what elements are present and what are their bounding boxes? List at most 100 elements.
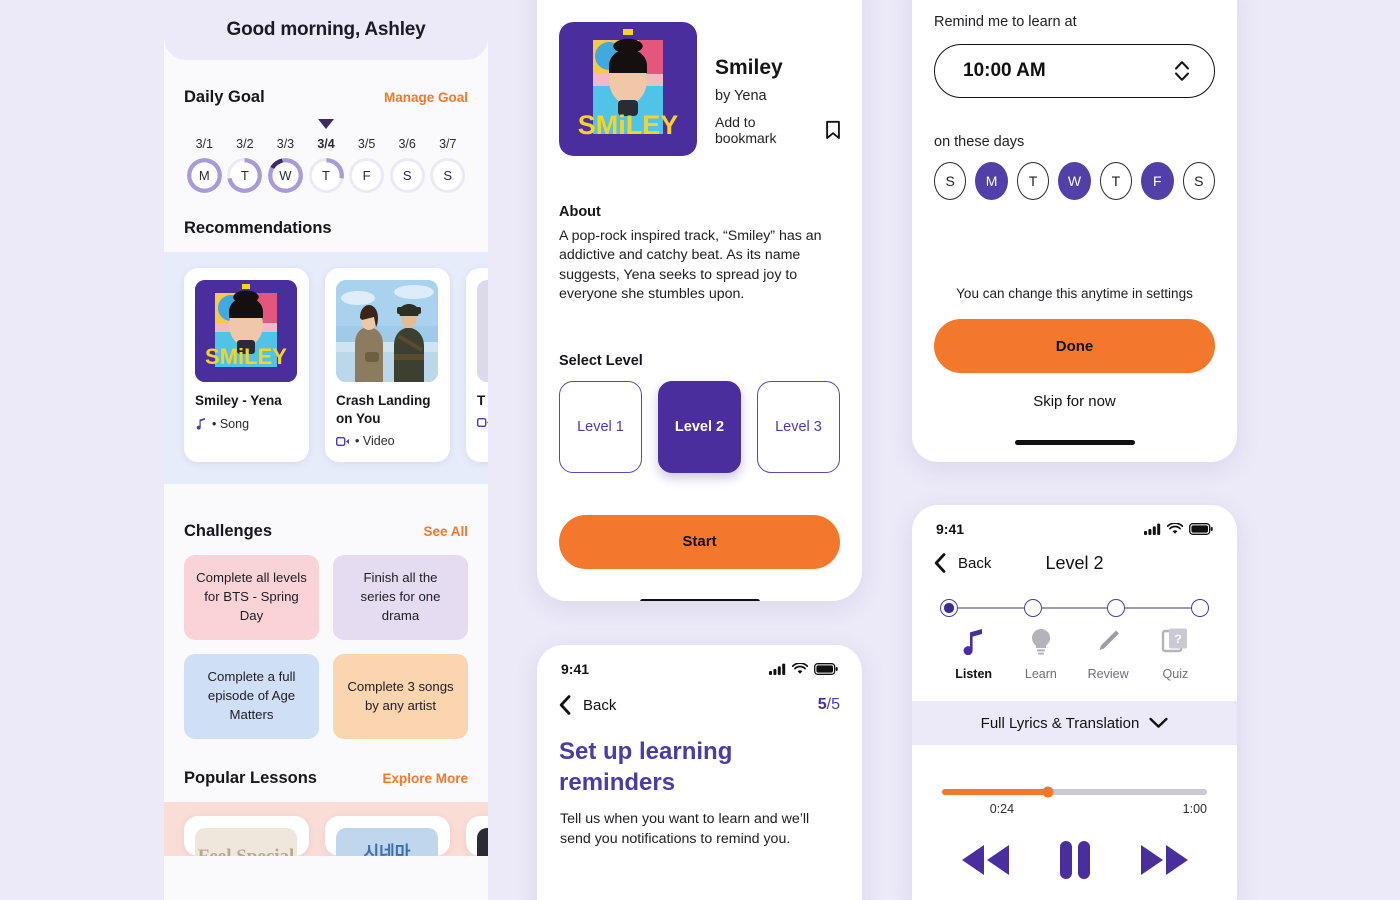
daily-goal-rings: MTWTFSS <box>184 158 468 193</box>
settings-note: You can change this anytime in settings <box>956 286 1193 301</box>
popular-lesson-card[interactable]: 시네마 <box>325 816 450 857</box>
day-toggle[interactable]: W <box>1058 162 1091 200</box>
status-time: 9:41 <box>936 521 965 537</box>
recommendation-meta-label: • Song <box>212 416 250 431</box>
daily-goal-day[interactable]: F <box>346 158 387 193</box>
daily-goal-day[interactable]: M <box>184 158 225 193</box>
day-toggle[interactable]: S <box>934 162 967 200</box>
step-dot[interactable] <box>1023 599 1042 617</box>
step-dot[interactable] <box>940 599 958 617</box>
step-counter: 5/5 <box>818 696 840 714</box>
challenges-section: Challenges See All Complete all levels f… <box>164 498 488 740</box>
done-button[interactable]: Done <box>934 319 1215 373</box>
cellular-signal-icon <box>769 663 786 675</box>
pencil-icon <box>1095 627 1121 660</box>
popular-lesson-card[interactable] <box>466 816 488 857</box>
pause-button[interactable] <box>1058 840 1092 885</box>
recommendations-carousel[interactable]: SMiLEY Smiley - Yena • Song Crash Landin… <box>164 252 488 485</box>
show-art-partial <box>477 280 488 382</box>
day-toggle[interactable]: F <box>1141 162 1174 200</box>
day-toggle[interactable]: M <box>975 162 1008 200</box>
progress-bar[interactable] <box>942 786 1207 798</box>
total-time: 1:00 <box>1182 802 1207 816</box>
step-quiz[interactable]: ? Quiz <box>1142 627 1209 681</box>
time-labels: 0:24 1:00 <box>942 802 1207 816</box>
challenge-card[interactable]: Finish all the series for one drama <box>333 555 468 641</box>
level-option[interactable]: Level 2 <box>658 380 741 473</box>
daily-goal-day[interactable]: T <box>225 158 266 193</box>
see-all-link[interactable]: See All <box>423 524 468 539</box>
ring-label: T <box>322 168 330 183</box>
page-title: Good morning, Ashley <box>226 19 426 40</box>
level-selector: Level 1 Level 2 Level 3 <box>559 380 840 473</box>
start-button[interactable]: Start <box>559 514 840 569</box>
ring-label: S <box>443 168 453 183</box>
step-review[interactable]: Review <box>1075 627 1142 681</box>
manage-goal-link[interactable]: Manage Goal <box>384 90 468 105</box>
step-learn[interactable]: Learn <box>1007 627 1074 681</box>
progress-knob[interactable] <box>1042 786 1054 798</box>
challenge-card[interactable]: Complete all levels for BTS - Spring Day <box>184 555 319 641</box>
rewind-button[interactable] <box>959 842 1012 883</box>
recommendations-header: Recommendations <box>164 219 488 238</box>
battery-icon <box>1189 523 1213 535</box>
step-listen[interactable]: Listen <box>940 627 1007 681</box>
song-title: Smiley <box>715 56 783 79</box>
wifi-icon <box>1167 523 1183 534</box>
lesson-steps: Listen Learn Review? Quiz <box>912 573 1237 681</box>
explore-more-link[interactable]: Explore More <box>382 771 468 786</box>
status-time: 9:41 <box>561 661 590 677</box>
recommendation-card[interactable]: T <box>466 268 488 463</box>
reminder-intro-panel: 9:41 Back 5/5 Set up learning reminders … <box>537 645 862 900</box>
recommendation-card[interactable]: Crash Landing on You • Video <box>325 268 450 463</box>
challenge-card[interactable]: Complete 3 songs by any artist <box>333 654 468 740</box>
daily-goal-day[interactable]: W <box>265 158 306 193</box>
music-note-icon <box>962 627 986 660</box>
today-caret-row <box>184 119 468 135</box>
bookmark-row[interactable]: Add to bookmark <box>715 114 840 146</box>
ring-label: W <box>279 168 292 183</box>
chevron-left-icon <box>559 695 571 715</box>
popular-lesson-card[interactable]: Feel Special <box>184 816 309 857</box>
cellular-signal-icon <box>1144 523 1161 535</box>
skip-link[interactable]: Skip for now <box>934 393 1215 410</box>
daily-goal-date: 3/1 <box>195 137 213 151</box>
popular-lessons-carousel[interactable]: Feel Special 시네마 <box>164 802 488 857</box>
bookmark-label: Add to bookmark <box>715 114 777 146</box>
day-toggle[interactable]: T <box>1099 162 1133 200</box>
day-selector: SMTWTFS <box>934 162 1215 200</box>
recommendation-card[interactable]: SMiLEY Smiley - Yena • Song <box>184 268 309 463</box>
reminder-settings-panel: Remind me to learn at 10:00 AM on these … <box>912 0 1237 462</box>
full-lyrics-label: Full Lyrics & Translation <box>980 714 1140 732</box>
daily-goal-day[interactable]: S <box>427 158 468 193</box>
svg-text:SMiLEY: SMiLEY <box>205 344 287 369</box>
step-dot[interactable] <box>1190 599 1209 617</box>
popular-lessons-title: Popular Lessons <box>184 769 317 788</box>
challenge-card[interactable]: Complete a full episode of Age Matters <box>184 654 319 740</box>
playback-progress: 0:24 1:00 <box>912 745 1237 885</box>
about-heading: About <box>559 204 601 220</box>
popular-lessons-section: Popular Lessons Explore More Feel Specia… <box>164 739 488 857</box>
time-picker[interactable]: 10:00 AM <box>934 44 1215 98</box>
lightbulb-icon <box>1028 627 1054 660</box>
ring-label: S <box>402 168 412 183</box>
daily-goal-day[interactable]: S <box>387 158 428 193</box>
daily-goal-date: 3/2 <box>236 137 254 151</box>
back-button[interactable]: Back <box>559 695 616 715</box>
nav-bar: Back 5/5 <box>537 677 862 715</box>
fast-forward-button[interactable] <box>1138 842 1191 883</box>
ring-label: M <box>198 168 210 183</box>
level-option[interactable]: Level 1 <box>559 380 642 473</box>
day-toggle[interactable]: S <box>1182 162 1215 200</box>
back-button[interactable]: Back <box>934 553 991 573</box>
recommendation-meta <box>477 417 488 428</box>
day-toggle[interactable]: T <box>1016 162 1050 200</box>
level-option[interactable]: Level 3 <box>757 380 840 473</box>
recommendations-title: Recommendations <box>184 219 332 237</box>
chevron-down-icon <box>1149 717 1168 728</box>
home-indicator <box>639 598 760 601</box>
step-dot[interactable] <box>1107 599 1126 617</box>
full-lyrics-toggle[interactable]: Full Lyrics & Translation <box>912 701 1237 745</box>
daily-goal-dates: 3/1 3/2 3/3 3/4 3/5 3/6 3/7 <box>184 137 468 151</box>
daily-goal-day[interactable]: T <box>306 158 347 193</box>
